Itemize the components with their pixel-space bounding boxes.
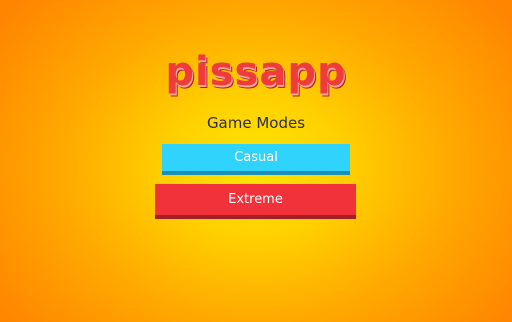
game-modes-title: Game Modes <box>206 114 306 132</box>
extreme-mode-label: Extreme <box>228 192 283 207</box>
game-menu-screen: { "game": { "logo_text": "pissapp" }, "m… <box>0 0 512 322</box>
game-logo: pissapp <box>165 49 347 95</box>
casual-mode-button[interactable]: Casual <box>162 144 350 175</box>
casual-mode-label: Casual <box>234 150 278 165</box>
extreme-mode-button[interactable]: Extreme <box>155 184 356 219</box>
